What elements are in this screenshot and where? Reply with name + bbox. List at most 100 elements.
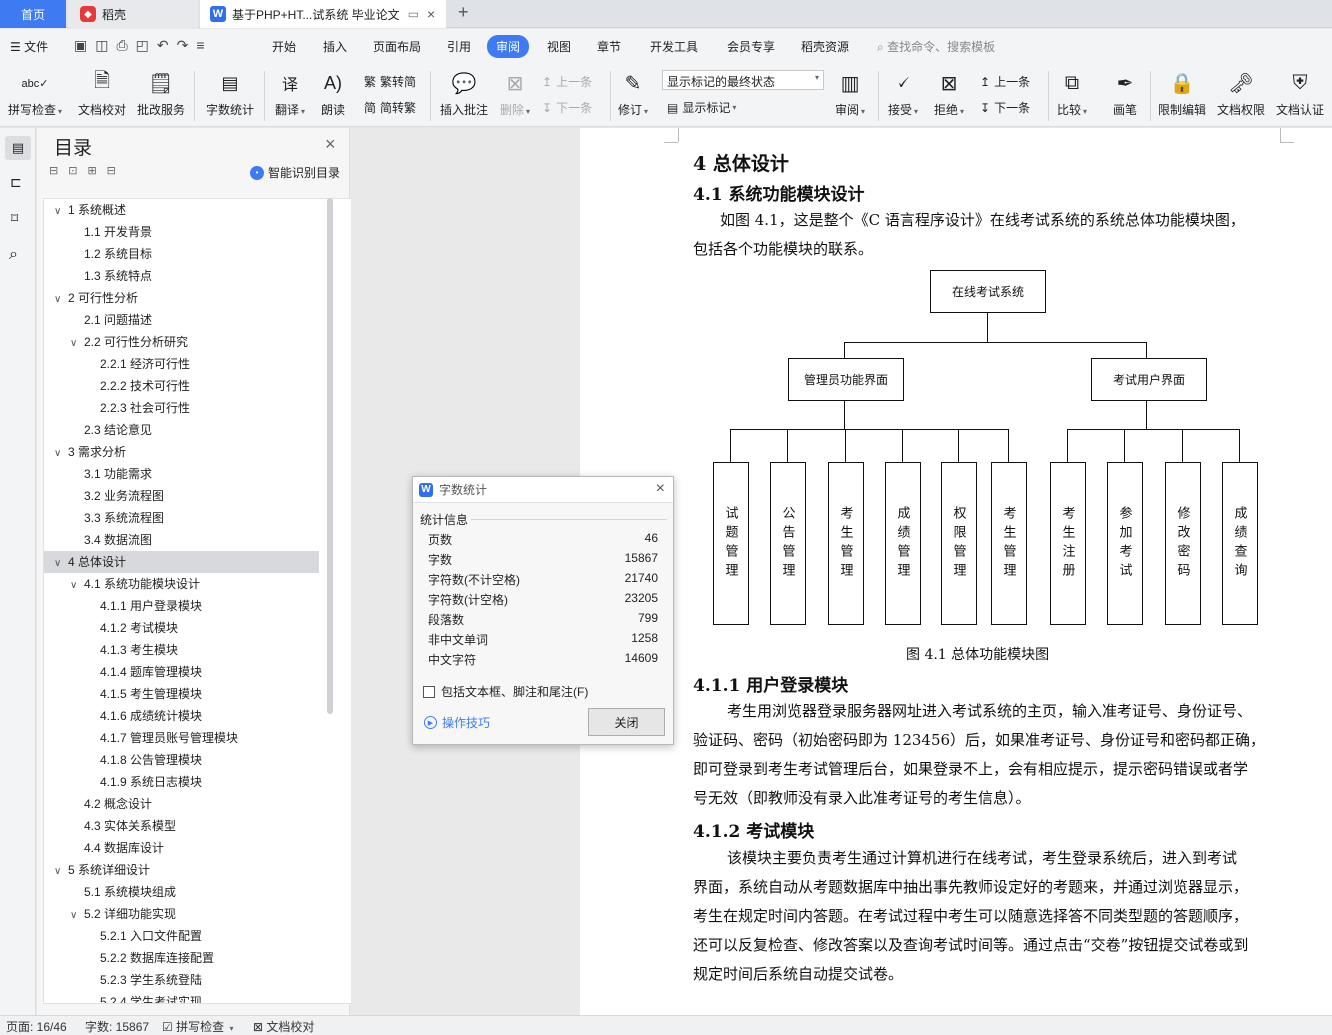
- close-icon[interactable]: ×: [656, 480, 665, 498]
- expand-all-icon[interactable]: ⊡: [68, 165, 87, 177]
- bookmark-icon[interactable]: ⌑: [11, 210, 18, 227]
- menu-view[interactable]: 视图: [547, 38, 571, 55]
- toc-item[interactable]: 5.1 系统模块组成: [44, 881, 319, 903]
- remove-heading-icon[interactable]: ⊟: [107, 165, 126, 177]
- toc-item[interactable]: ∨ 4 总体设计: [44, 551, 319, 573]
- chevron-down-icon[interactable]: ∨: [54, 861, 68, 883]
- tips-link[interactable]: ▶ 操作技巧: [424, 714, 490, 731]
- toc-item[interactable]: ∨ 2 可行性分析: [44, 287, 319, 309]
- menu-review[interactable]: 审阅: [487, 35, 530, 58]
- toc-item[interactable]: ∨ 5 系统详细设计: [44, 859, 319, 881]
- page-indicator[interactable]: 页面: 16/46: [6, 1018, 67, 1035]
- menu-insert[interactable]: 插入: [323, 38, 347, 55]
- word-count-indicator[interactable]: 字数: 15867: [85, 1018, 149, 1035]
- menu-daoke-resources[interactable]: 稻壳资源: [801, 38, 849, 55]
- toc-item[interactable]: 3.3 系统流程图: [44, 507, 319, 529]
- chevron-down-icon[interactable]: ∨: [70, 905, 84, 927]
- toc-item[interactable]: 2.2.1 经济可行性: [44, 353, 319, 375]
- toc-item[interactable]: 1.3 系统特点: [44, 265, 319, 287]
- prev-comment-button[interactable]: ↥ 上一条: [542, 73, 592, 90]
- menu-member[interactable]: 会员专享: [727, 38, 775, 55]
- close-tab-icon[interactable]: ×: [427, 6, 435, 22]
- toc-item[interactable]: ∨ 2.2 可行性分析研究: [44, 331, 319, 353]
- word-count-button[interactable]: ▤ 字数统计: [206, 69, 254, 118]
- toc-item[interactable]: 4.1.3 考生模块: [44, 639, 319, 661]
- prev-change-button[interactable]: ↥ 上一条: [980, 73, 1030, 90]
- collapse-all-icon[interactable]: ⊟: [49, 165, 68, 177]
- toc-item[interactable]: 4.1.9 系统日志模块: [44, 771, 319, 793]
- status-doc-proof[interactable]: ⊠ 文档校对: [253, 1018, 314, 1035]
- next-comment-button[interactable]: ↧ 下一条: [542, 99, 592, 116]
- toc-item[interactable]: 1.1 开发背景: [44, 221, 319, 243]
- chevron-down-icon[interactable]: ∨: [70, 575, 84, 597]
- trad-to-simp-button[interactable]: 繁繁转简: [364, 73, 416, 90]
- translate-button[interactable]: 译翻译 ▾: [275, 69, 305, 118]
- compare-button[interactable]: ⧉ 比较 ▾: [1057, 69, 1087, 118]
- toc-icon[interactable]: ▤: [5, 136, 31, 160]
- markup-state-select[interactable]: 显示标记的最终状态 ▾: [662, 70, 824, 90]
- menu-file[interactable]: ☰ 文件: [10, 38, 48, 55]
- revise-button[interactable]: ✎ 修订 ▾: [618, 69, 648, 118]
- toc-item[interactable]: ∨ 5.2 详细功能实现: [44, 903, 319, 925]
- toc-item[interactable]: 4.2 概念设计: [44, 793, 319, 815]
- toc-scrollbar[interactable]: [327, 198, 333, 714]
- chapter-icon[interactable]: ⊏: [10, 174, 22, 191]
- chevron-down-icon[interactable]: ∨: [54, 289, 68, 311]
- tab-document[interactable]: W 基于PHP+HT...试系统 毕业论文 ▭ ×: [200, 0, 446, 28]
- review-pane-button[interactable]: ▥ 审阅 ▾: [835, 69, 865, 118]
- read-aloud-button[interactable]: A) 朗读: [320, 69, 346, 118]
- toc-item[interactable]: 5.2.2 数据库连接配置: [44, 947, 319, 969]
- chevron-down-icon[interactable]: ∨: [54, 443, 68, 465]
- menu-chapter[interactable]: 章节: [597, 38, 621, 55]
- simp-to-trad-button[interactable]: 简简转繁: [364, 99, 416, 116]
- toc-item[interactable]: 4.1.2 考试模块: [44, 617, 319, 639]
- menu-reference[interactable]: 引用: [447, 38, 471, 55]
- toc-item[interactable]: ∨ 1 系统概述: [44, 199, 319, 221]
- status-spell-check[interactable]: ☑ 拼写检查 ▾: [162, 1018, 233, 1035]
- doc-permission-button[interactable]: 🗝 文档权限: [1217, 69, 1265, 118]
- toc-item[interactable]: 2.1 问题描述: [44, 309, 319, 331]
- toc-item[interactable]: 3.1 功能需求: [44, 463, 319, 485]
- toc-item[interactable]: 4.3 实体关系模型: [44, 815, 319, 837]
- tab-home[interactable]: 首页: [0, 0, 66, 28]
- chevron-down-icon[interactable]: ∨: [54, 553, 68, 575]
- restrict-edit-button[interactable]: 🔒 限制编辑: [1158, 69, 1206, 118]
- next-change-button[interactable]: ↧ 下一条: [980, 99, 1030, 116]
- menu-layout[interactable]: 页面布局: [373, 38, 421, 55]
- menu-devtools[interactable]: 开发工具: [650, 38, 698, 55]
- search-icon[interactable]: ⌕: [9, 246, 18, 264]
- print-icon[interactable]: ⎙: [116, 37, 135, 53]
- toc-item[interactable]: 4.1.7 管理员账号管理模块: [44, 727, 319, 749]
- doc-cert-button[interactable]: ⛨ 文档认证: [1276, 69, 1324, 118]
- more-icon[interactable]: ≡: [196, 37, 212, 53]
- add-heading-icon[interactable]: ⊞: [87, 165, 106, 177]
- insert-comment-button[interactable]: 💬 插入批注: [440, 69, 488, 118]
- correct-service-button[interactable]: 🗒 批改服务: [137, 69, 185, 118]
- spell-check-button[interactable]: abc✓ 拼写检查 ▾: [8, 69, 62, 118]
- dialog-titlebar[interactable]: W 字数统计 ×: [413, 477, 673, 503]
- doc-proof-button[interactable]: 🗎 文档校对: [78, 69, 126, 118]
- chevron-down-icon[interactable]: ∨: [54, 201, 68, 223]
- preview-icon[interactable]: ◰: [136, 37, 157, 53]
- close-icon[interactable]: ×: [325, 134, 336, 155]
- command-search[interactable]: ⌕ 查找命令、搜索模板: [877, 38, 995, 55]
- toc-item[interactable]: 2.2.3 社会可行性: [44, 397, 319, 419]
- toc-item[interactable]: 1.2 系统目标: [44, 243, 319, 265]
- toc-item[interactable]: 4.1.5 考生管理模块: [44, 683, 319, 705]
- show-markup-button[interactable]: ▤ 显示标记 ▾: [667, 99, 736, 116]
- export-icon[interactable]: ◫: [95, 37, 116, 53]
- smart-toc-button[interactable]: • 智能识别目录: [250, 164, 340, 181]
- redo-icon[interactable]: ↷: [177, 37, 197, 53]
- new-tab-icon[interactable]: +: [458, 2, 469, 23]
- chevron-down-icon[interactable]: ∨: [70, 333, 84, 355]
- reject-button[interactable]: ⊠ 拒绝 ▾: [934, 69, 964, 118]
- menu-start[interactable]: 开始: [272, 38, 296, 55]
- toc-item[interactable]: 4.1.4 题库管理模块: [44, 661, 319, 683]
- tab-daoke[interactable]: ◆ 稻壳: [68, 0, 198, 28]
- toc-item[interactable]: 5.2.3 学生系统登陆: [44, 969, 319, 991]
- toc-item[interactable]: ∨ 4.1 系统功能模块设计: [44, 573, 319, 595]
- save-icon[interactable]: ▣: [74, 37, 95, 53]
- accept-button[interactable]: 🗸 接受 ▾: [888, 69, 918, 118]
- undo-icon[interactable]: ↶: [157, 37, 177, 53]
- toc-item[interactable]: 4.1.8 公告管理模块: [44, 749, 319, 771]
